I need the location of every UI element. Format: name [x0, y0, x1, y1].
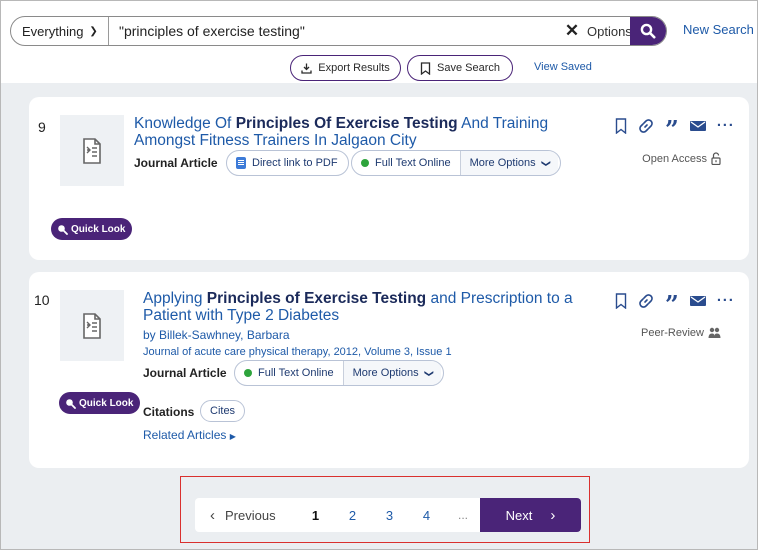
more-actions-icon[interactable]: ··· — [717, 117, 735, 134]
quick-look-button[interactable]: Quick Look — [59, 392, 141, 414]
pagination-ellipsis: ... — [457, 508, 468, 522]
search-icon — [640, 23, 656, 39]
export-results-button[interactable]: Export Results — [290, 55, 401, 81]
access-indicator: Open Access — [642, 152, 721, 165]
direct-pdf-link[interactable]: Direct link to PDF — [226, 150, 349, 176]
fulltext-label: Full Text Online — [258, 367, 334, 379]
email-icon[interactable] — [689, 120, 706, 132]
new-search-link[interactable]: New Search — [683, 22, 754, 37]
search-header: Everything ❯ "principles of exercise tes… — [1, 1, 757, 83]
save-search-button[interactable]: Save Search — [407, 55, 513, 81]
page-2-button[interactable]: 2 — [334, 508, 371, 523]
quick-look-button[interactable]: Quick Look — [51, 218, 133, 240]
export-icon — [301, 63, 312, 74]
result-number: 9 — [38, 119, 46, 135]
review-indicator: Peer-Review — [641, 327, 721, 339]
citations-label: Citations — [143, 405, 195, 419]
export-results-label: Export Results — [318, 62, 390, 74]
cite-icon[interactable]: ” — [665, 118, 679, 142]
link-icon[interactable] — [638, 293, 654, 309]
scope-dropdown[interactable]: Everything ❯ — [11, 17, 109, 45]
view-saved-link[interactable]: View Saved — [534, 61, 592, 73]
page-3-button[interactable]: 3 — [371, 508, 408, 523]
journal-info[interactable]: Journal of acute care physical therapy, … — [143, 346, 452, 358]
more-actions-icon[interactable]: ··· — [717, 292, 735, 309]
related-articles-label: Related Articles — [143, 428, 227, 442]
search-bar: Everything ❯ "principles of exercise tes… — [10, 16, 667, 46]
online-status-dot — [361, 159, 369, 167]
chevron-left-icon: ‹ — [210, 506, 215, 524]
document-icon — [83, 137, 101, 164]
previous-label: Previous — [225, 507, 276, 523]
bookmark-icon — [420, 61, 431, 75]
more-options-label: More Options — [352, 367, 419, 379]
search-options-button[interactable]: Options — [587, 17, 632, 45]
next-page-button[interactable]: Next › — [480, 498, 581, 532]
chevron-down-icon: ❯ — [540, 159, 551, 167]
result-actions: ” ··· — [615, 117, 735, 142]
caret-right-icon: ▶ — [229, 432, 236, 441]
result-title-link[interactable]: Applying Principles of Exercise Testing … — [143, 290, 583, 324]
result-number: 10 — [34, 292, 50, 308]
peer-review-label: Peer-Review — [641, 327, 704, 339]
title-highlight: Principles of Exercise Testing — [206, 290, 427, 307]
result-title-link[interactable]: Knowledge Of Principles Of Exercise Test… — [134, 115, 574, 149]
document-thumbnail[interactable] — [60, 290, 124, 361]
bookmark-icon[interactable] — [615, 117, 627, 134]
author-byline[interactable]: by Billek-Sawhney, Barbara — [143, 328, 290, 342]
chevron-down-icon: ❯ — [89, 25, 98, 37]
title-text: Applying — [143, 290, 207, 307]
search-input[interactable]: "principles of exercise testing" — [119, 17, 539, 45]
content-type-label: Journal Article — [134, 156, 218, 170]
fulltext-online-link[interactable]: Full Text Online — [352, 151, 460, 175]
related-articles-link[interactable]: Related Articles ▶ — [143, 428, 236, 442]
more-options-button[interactable]: More Options ❯ — [342, 361, 442, 385]
pdf-icon — [236, 157, 246, 169]
peer-review-icon — [708, 327, 721, 338]
open-lock-icon — [711, 152, 721, 165]
cite-icon[interactable]: ” — [665, 293, 679, 317]
bookmark-icon[interactable] — [615, 292, 627, 309]
document-thumbnail[interactable] — [60, 115, 124, 186]
title-highlight: Principles Of Exercise Testing — [235, 115, 458, 132]
clear-search-icon[interactable]: ✕ — [561, 17, 583, 45]
access-label: Open Access — [642, 152, 707, 165]
direct-pdf-label: Direct link to PDF — [252, 157, 338, 169]
chevron-right-icon: › — [550, 506, 556, 524]
page-1-button[interactable]: 1 — [297, 508, 334, 523]
fulltext-options-chip: Full Text Online More Options ❯ — [351, 150, 561, 176]
search-button[interactable] — [630, 17, 666, 45]
previous-page-button[interactable]: ‹ Previous — [195, 507, 297, 524]
more-options-label: More Options — [469, 157, 536, 169]
document-icon — [83, 312, 101, 339]
chevron-down-icon: ❯ — [423, 369, 434, 377]
quick-look-label: Quick Look — [79, 397, 134, 409]
fulltext-label: Full Text Online — [375, 157, 451, 169]
online-status-dot — [244, 369, 252, 377]
title-text: Knowledge Of — [134, 115, 236, 132]
search-icon — [66, 398, 76, 409]
fulltext-online-link[interactable]: Full Text Online — [235, 361, 343, 385]
fulltext-options-chip: Full Text Online More Options ❯ — [234, 360, 444, 386]
content-type-label: Journal Article — [143, 366, 227, 380]
search-icon — [58, 224, 68, 235]
link-icon[interactable] — [638, 118, 654, 134]
result-card: 9 Knowledge Of Principles Of Exercise Te… — [29, 97, 749, 260]
scope-label: Everything — [22, 23, 84, 39]
email-icon[interactable] — [689, 295, 706, 307]
more-options-button[interactable]: More Options ❯ — [459, 151, 559, 175]
save-search-label: Save Search — [437, 62, 500, 74]
pagination: ‹ Previous 1 2 3 4 ... Next › — [195, 498, 581, 532]
result-card: 10 Applying Principles of Exercise Testi… — [29, 272, 749, 468]
cites-button[interactable]: Cites — [200, 400, 246, 422]
cites-label: Cites — [210, 405, 236, 417]
next-label: Next — [505, 507, 533, 523]
quick-look-label: Quick Look — [71, 223, 126, 235]
page-4-button[interactable]: 4 — [408, 508, 445, 523]
result-actions: ” ··· — [615, 292, 735, 317]
